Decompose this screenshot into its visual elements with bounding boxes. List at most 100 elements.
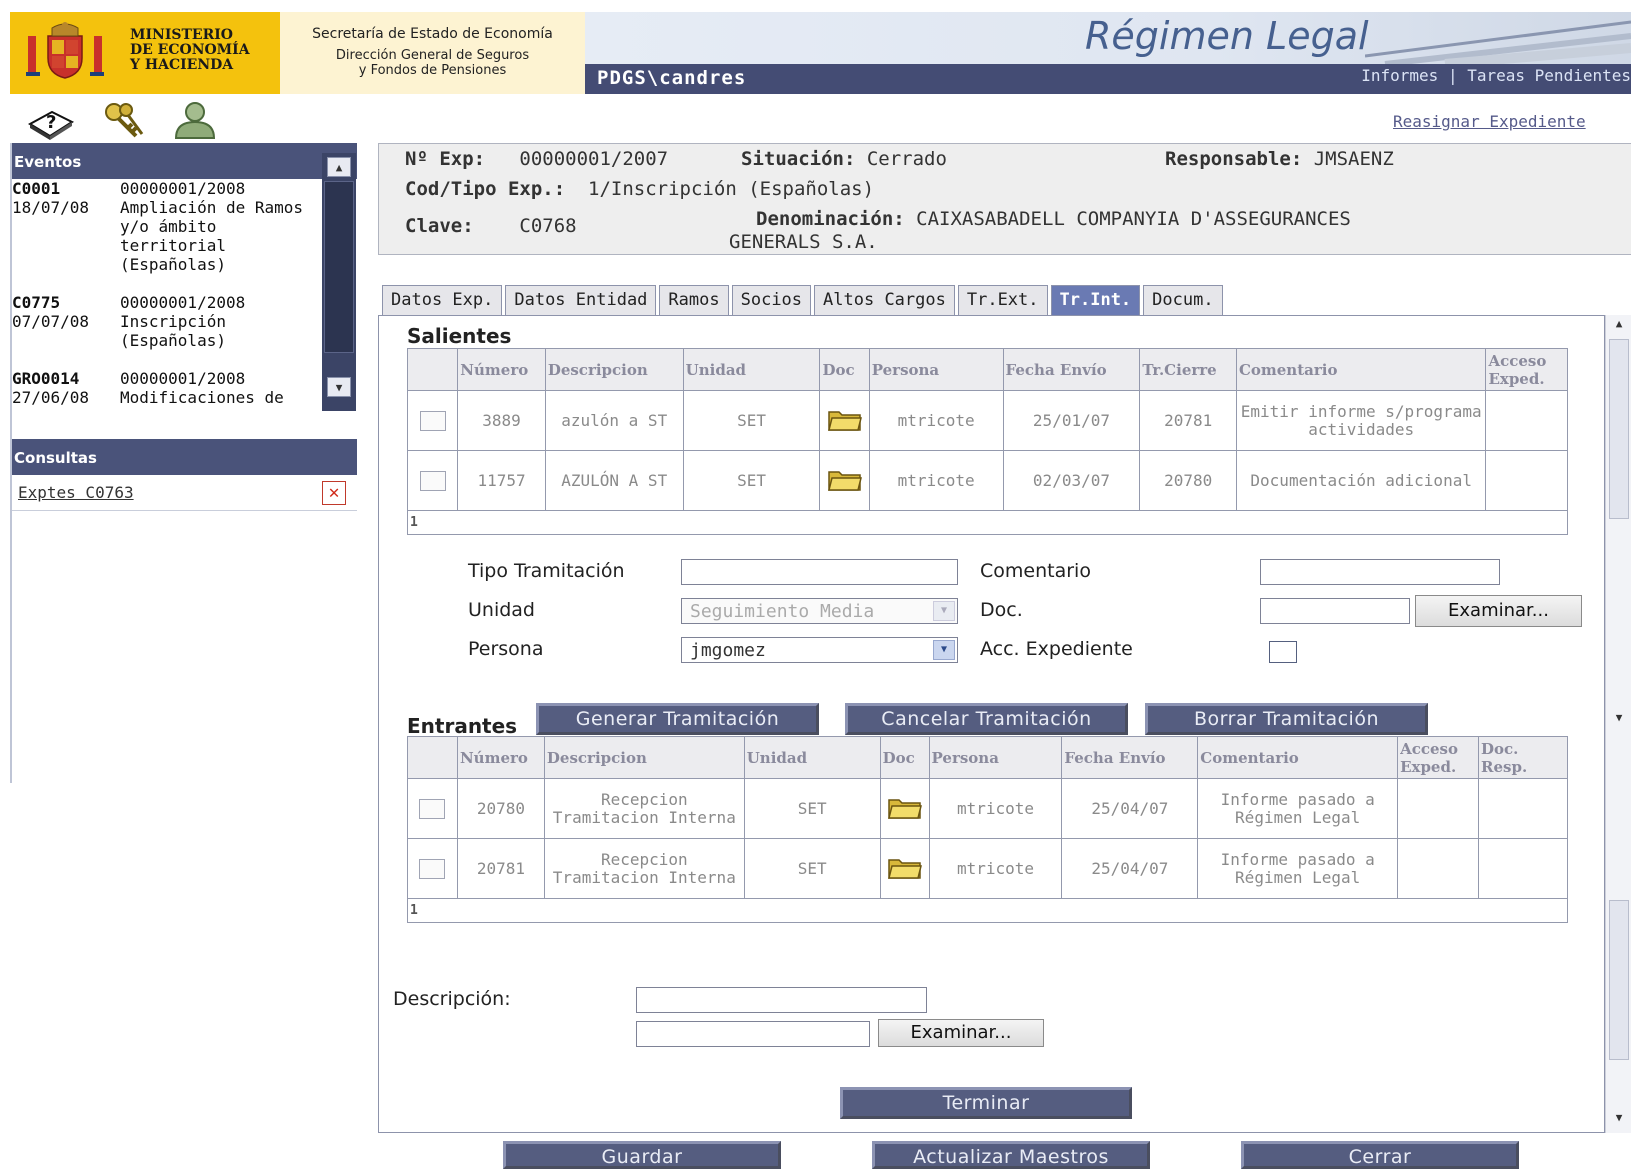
tab-datos-exp[interactable]: Datos Exp.: [382, 285, 503, 315]
row-select-cell: [407, 778, 458, 839]
col-acceso-exped[interactable]: Acceso Exped.: [1397, 736, 1480, 779]
pagination-row: 1: [407, 510, 1568, 535]
persona-select[interactable]: jmgomez ▼: [681, 637, 958, 663]
ministry-name: MINISTERIO DE ECONOMÍA Y HACIENDA: [130, 27, 250, 73]
doc-file-input[interactable]: [1260, 598, 1410, 624]
col-comentario[interactable]: Comentario: [1197, 736, 1399, 779]
folder-icon[interactable]: [827, 466, 863, 492]
consulta-link[interactable]: Exptes C0763: [18, 483, 134, 502]
scroll-thumb[interactable]: [1609, 339, 1629, 519]
tab-ramos[interactable]: Ramos: [659, 285, 729, 315]
scroll-up-icon[interactable]: ▲: [1610, 317, 1628, 335]
row-checkbox[interactable]: [419, 858, 446, 879]
event-exp: 00000001/2008: [120, 293, 246, 312]
codtipo: Cod/Tipo Exp.: 1/Inscripción (Españolas): [405, 178, 874, 200]
scroll-thumb[interactable]: [324, 181, 354, 353]
col-fecha-envio[interactable]: Fecha Envío: [1002, 348, 1141, 391]
main-scrollbar[interactable]: ▲ ▼ ▼: [1605, 315, 1631, 1133]
col-persona[interactable]: Persona: [928, 736, 1063, 779]
clave-label: Clave:: [405, 215, 474, 237]
acc-expediente-checkbox[interactable]: [1269, 641, 1297, 663]
col-comentario[interactable]: Comentario: [1235, 348, 1487, 391]
file-path-input[interactable]: [636, 1021, 870, 1047]
secretaria-title: Secretaría de Estado de Economía: [312, 26, 553, 42]
examinar-button[interactable]: Examinar...: [878, 1019, 1044, 1047]
tab-socios[interactable]: Socios: [731, 285, 812, 315]
events-scrollbar[interactable]: ▲ ▼: [322, 153, 356, 411]
cell-fecha: 25/01/07: [1002, 390, 1141, 451]
event-item[interactable]: C0775 00000001/2008 07/07/08 Inscripción…: [12, 293, 322, 350]
col-doc[interactable]: Doc: [879, 736, 930, 779]
col-doc[interactable]: Doc: [819, 348, 870, 391]
tab-tr-int[interactable]: Tr.Int.: [1050, 285, 1141, 315]
scroll-up-icon[interactable]: ▲: [327, 157, 351, 177]
guardar-button[interactable]: Guardar: [503, 1141, 781, 1169]
page-number[interactable]: 1: [407, 510, 1568, 535]
row-select-cell: [406, 450, 459, 511]
col-unidad[interactable]: Unidad: [682, 348, 821, 391]
cerrar-button[interactable]: Cerrar: [1241, 1141, 1519, 1169]
generar-tramitacion-button[interactable]: Generar Tramitación: [536, 703, 819, 735]
close-icon[interactable]: ✕: [322, 481, 346, 505]
row-checkbox[interactable]: [419, 470, 446, 491]
folder-icon[interactable]: [887, 854, 923, 880]
page-number[interactable]: 1: [407, 898, 1568, 923]
descripcion-input[interactable]: [636, 987, 927, 1013]
row-checkbox[interactable]: [419, 410, 446, 431]
row-checkbox[interactable]: [419, 798, 446, 819]
table-row[interactable]: 11757 AZULÓN A ST SET mtricote 02/03/07 …: [406, 450, 1568, 511]
tareas-pendientes-link[interactable]: Tareas Pendientes: [1467, 66, 1631, 85]
borrar-tramitacion-button[interactable]: Borrar Tramitación: [1145, 703, 1428, 735]
col-unidad[interactable]: Unidad: [743, 736, 881, 779]
keys-icon[interactable]: [98, 100, 148, 140]
scroll-thumb-lower[interactable]: [1609, 900, 1629, 1060]
table-row[interactable]: 20781 Recepcion Tramitacion Interna SET …: [407, 838, 1568, 899]
denominacion-cont: GENERALS S.A.: [729, 231, 878, 253]
chevron-down-icon[interactable]: ▼: [933, 601, 955, 621]
scroll-down-icon[interactable]: ▼: [1610, 1111, 1628, 1129]
folder-icon[interactable]: [887, 794, 923, 820]
terminar-button[interactable]: Terminar: [840, 1087, 1132, 1119]
examinar-button[interactable]: Examinar...: [1415, 595, 1582, 627]
col-numero[interactable]: Número: [456, 736, 545, 779]
col-persona[interactable]: Persona: [868, 348, 1004, 391]
informes-link[interactable]: Informes: [1361, 66, 1438, 85]
cancelar-tramitacion-button[interactable]: Cancelar Tramitación: [845, 703, 1128, 735]
col-acceso-exped[interactable]: Acceso Exped.: [1485, 348, 1568, 391]
tab-docum[interactable]: Docum.: [1143, 285, 1223, 315]
top-links: Informes | Tareas Pendientes: [1361, 66, 1631, 85]
actualizar-maestros-button[interactable]: Actualizar Maestros: [872, 1141, 1150, 1169]
comentario-input[interactable]: [1260, 559, 1500, 585]
col-doc-resp[interactable]: Doc. Resp.: [1478, 736, 1568, 779]
scroll-down-icon[interactable]: ▼: [1610, 711, 1628, 729]
help-book-icon[interactable]: ?: [26, 100, 76, 140]
svg-text:?: ?: [46, 112, 56, 133]
chevron-down-icon[interactable]: ▼: [933, 640, 955, 660]
denominacion-label: Denominación:: [756, 208, 905, 230]
col-fecha-envio[interactable]: Fecha Envío: [1061, 736, 1199, 779]
tab-altos-cargos[interactable]: Altos Cargos: [814, 285, 955, 315]
unidad-select[interactable]: Seguimiento Media ▼: [681, 598, 958, 624]
current-user: PDGS\candres: [597, 67, 747, 89]
codtipo-label: Cod/Tipo Exp.:: [405, 178, 566, 200]
tipo-tramitacion-input[interactable]: [681, 559, 958, 585]
cell-unidad: SET: [743, 838, 881, 899]
col-numero[interactable]: Número: [457, 348, 546, 391]
scroll-down-icon[interactable]: ▼: [327, 377, 351, 397]
reasignar-expediente-link[interactable]: Reasignar Expediente: [1393, 112, 1586, 131]
tab-datos-entidad[interactable]: Datos Entidad: [505, 285, 657, 315]
table-row[interactable]: 3889 azulón a ST SET mtricote 25/01/07 2…: [406, 390, 1568, 451]
cell-doc: [879, 838, 930, 899]
cell-numero: 20780: [456, 778, 545, 839]
col-descripcion[interactable]: Descripcion: [543, 736, 745, 779]
col-descripcion[interactable]: Descripcion: [544, 348, 684, 391]
cell-doc-resp: [1478, 838, 1568, 899]
event-item[interactable]: C0001 00000001/2008 18/07/08 Ampliación …: [12, 179, 322, 274]
consultas-panel-header: Consultas: [12, 439, 357, 475]
tab-tr-ext[interactable]: Tr.Ext.: [957, 285, 1048, 315]
table-row[interactable]: 20780 Recepcion Tramitacion Interna SET …: [407, 778, 1568, 839]
user-icon[interactable]: [170, 100, 220, 140]
event-item[interactable]: GRO0014 00000001/2008 27/06/08 Modificac…: [12, 369, 322, 407]
folder-icon[interactable]: [827, 406, 863, 432]
col-tr-cierre[interactable]: Tr.Cierre: [1139, 348, 1237, 391]
